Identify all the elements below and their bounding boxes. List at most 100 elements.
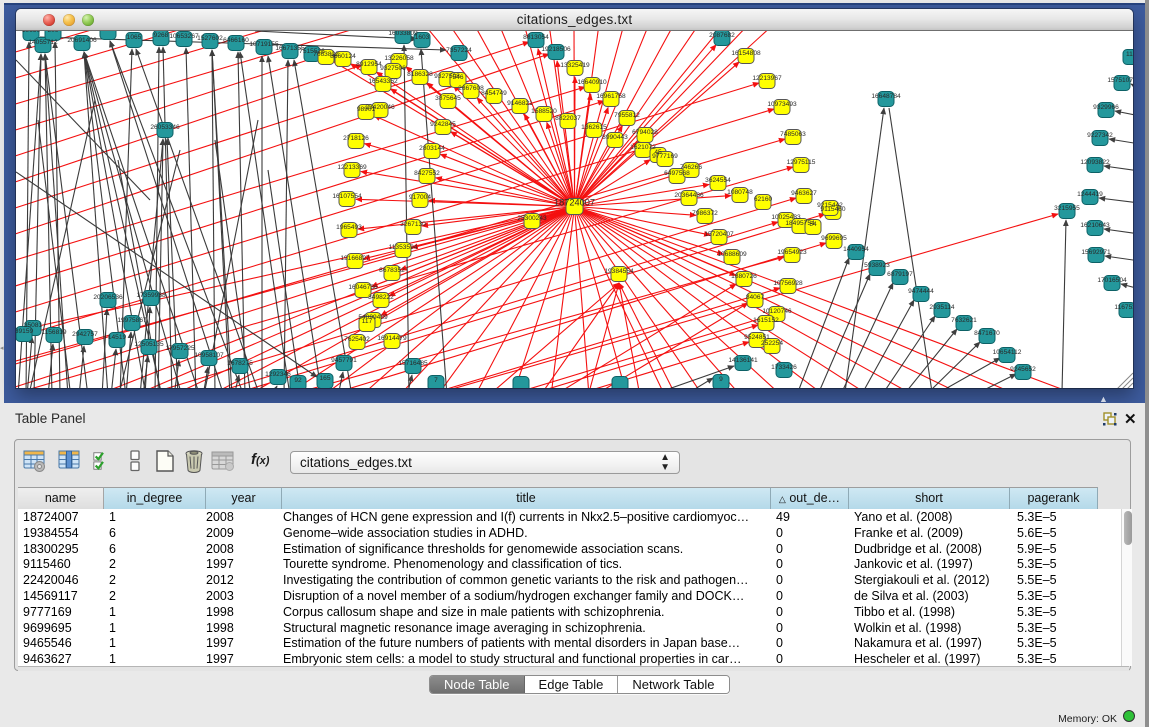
svg-text:17359938: 17359938 (136, 292, 166, 299)
svg-text:18724007: 18724007 (554, 198, 595, 208)
svg-text:3215955: 3215955 (1054, 205, 1080, 212)
svg-text:9463627: 9463627 (791, 190, 817, 197)
svg-text:1678275: 1678275 (227, 360, 253, 367)
svg-text:25300243: 25300243 (517, 215, 547, 222)
svg-text:5938923: 5938923 (864, 262, 890, 269)
svg-text:8471670: 8471670 (974, 330, 1000, 337)
svg-text:1615152: 1615152 (753, 317, 779, 324)
svg-text:12093822: 12093822 (1080, 159, 1110, 166)
svg-text:1156819: 1156819 (41, 329, 67, 336)
svg-text:19384554: 19384554 (604, 268, 634, 275)
svg-text:39159: 39159 (16, 328, 33, 335)
svg-text:1080748: 1080748 (727, 189, 753, 196)
svg-text:1167539: 1167539 (1114, 304, 1133, 311)
svg-text:19975867: 19975867 (117, 317, 147, 324)
svg-text:1244419: 1244419 (1077, 191, 1103, 198)
svg-text:2087682: 2087682 (709, 32, 735, 39)
svg-text:209: 209 (47, 31, 58, 34)
svg-text:12213369: 12213369 (337, 164, 367, 171)
svg-text:3498222: 3498222 (368, 294, 394, 301)
svg-text:15720407: 15720407 (704, 231, 734, 238)
svg-text:19656: 19656 (22, 31, 41, 34)
svg-text:8813054: 8813054 (523, 34, 549, 41)
svg-text:9227342: 9227342 (1087, 132, 1113, 139)
svg-text:16543362: 16543362 (368, 78, 398, 85)
svg-text:9: 9 (719, 376, 723, 383)
svg-text:1292346: 1292346 (265, 371, 291, 378)
svg-text:26053346: 26053346 (150, 124, 180, 131)
svg-text:17957225: 17957225 (165, 345, 195, 352)
svg-text:8990443: 8990443 (602, 134, 628, 141)
svg-text:7485063: 7485063 (780, 131, 806, 138)
svg-text:6794028: 6794028 (632, 129, 658, 136)
svg-text:9474444: 9474444 (908, 288, 934, 295)
svg-text:16210643: 16210643 (1080, 222, 1110, 229)
svg-text:117: 117 (362, 318, 373, 325)
svg-text:16046736: 16046736 (348, 284, 378, 291)
svg-text:9777169: 9777169 (652, 153, 678, 160)
svg-text:12213967: 12213967 (752, 75, 782, 82)
svg-text:8454749: 8454749 (481, 90, 507, 97)
svg-text:10120746: 10120746 (762, 308, 792, 315)
svg-text:13226058: 13226058 (384, 55, 414, 62)
svg-text:9699695: 9699695 (821, 235, 847, 242)
svg-text:9329966: 9329966 (1093, 104, 1119, 111)
svg-text:98901: 98901 (357, 106, 376, 113)
svg-text:917004: 917004 (409, 194, 431, 201)
svg-text:6466160: 6466160 (223, 37, 249, 44)
svg-text:85: 85 (104, 31, 112, 33)
svg-text:54: 54 (809, 221, 817, 228)
svg-text:16648784: 16648784 (871, 93, 901, 100)
svg-text:16107554: 16107554 (332, 193, 362, 200)
svg-text:252254: 252254 (761, 340, 783, 347)
svg-text:2803144: 2803144 (419, 145, 445, 152)
svg-text:10654112: 10654112 (993, 349, 1022, 356)
svg-text:19166827: 19166827 (340, 255, 370, 262)
svg-text:11353594: 11353594 (389, 244, 418, 251)
svg-text:10688609: 10688609 (717, 251, 747, 258)
svg-text:15751074: 15751074 (1107, 77, 1133, 84)
svg-text:9146821: 9146821 (507, 100, 533, 107)
svg-text:9215442: 9215442 (817, 202, 843, 209)
svg-text:19218506: 19218506 (541, 46, 571, 53)
svg-text:7357224: 7357224 (446, 47, 472, 54)
svg-text:15716485: 15716485 (398, 360, 428, 367)
svg-text:7632621: 7632621 (951, 317, 977, 324)
svg-text:2718126: 2718126 (343, 135, 369, 142)
svg-text:14136141: 14136141 (728, 357, 758, 364)
svg-text:1621072: 1621072 (630, 144, 656, 151)
svg-text:17016504: 17016504 (1097, 277, 1127, 284)
svg-text:12505135: 12505135 (134, 341, 164, 348)
svg-text:8912954: 8912954 (356, 61, 382, 68)
svg-text:8678352: 8678352 (379, 267, 405, 274)
svg-text:16033809: 16033809 (388, 31, 418, 37)
svg-text:7986372: 7986372 (692, 210, 718, 217)
svg-text:1880726: 1880726 (731, 273, 757, 280)
svg-text:8660124: 8660124 (330, 53, 356, 60)
svg-text:19654923: 19654923 (777, 249, 807, 256)
svg-text:1588520: 1588520 (531, 108, 557, 115)
svg-text:9242845: 9242845 (430, 121, 456, 128)
svg-text:7955812: 7955812 (614, 112, 640, 119)
svg-text:3267130: 3267130 (400, 221, 426, 228)
svg-text:8427552: 8427552 (414, 170, 440, 177)
svg-text:746266: 746266 (680, 164, 702, 171)
svg-text:12975115: 12975115 (787, 159, 816, 166)
svg-text:1603: 1603 (415, 34, 430, 41)
svg-text:3624554: 3624554 (705, 177, 731, 184)
svg-text:8822037: 8822037 (555, 115, 581, 122)
svg-text:1965493: 1965493 (336, 224, 362, 231)
svg-text:16154808: 16154808 (731, 50, 761, 57)
svg-text:7: 7 (434, 377, 438, 384)
svg-text:10973493: 10973493 (767, 101, 797, 108)
svg-text:9327506: 9327506 (380, 65, 406, 72)
svg-text:20691406: 20691406 (67, 37, 97, 44)
svg-text:20206536: 20206536 (93, 294, 123, 301)
svg-text:10756928: 10756928 (773, 280, 803, 287)
svg-text:16640910: 16640910 (577, 79, 607, 86)
svg-text:2935114: 2935114 (929, 304, 955, 311)
svg-text:20364436: 20364436 (674, 192, 704, 199)
svg-text:16914479: 16914479 (377, 335, 407, 342)
svg-text:62160: 62160 (754, 196, 773, 203)
svg-text:15692971: 15692971 (1081, 249, 1111, 256)
